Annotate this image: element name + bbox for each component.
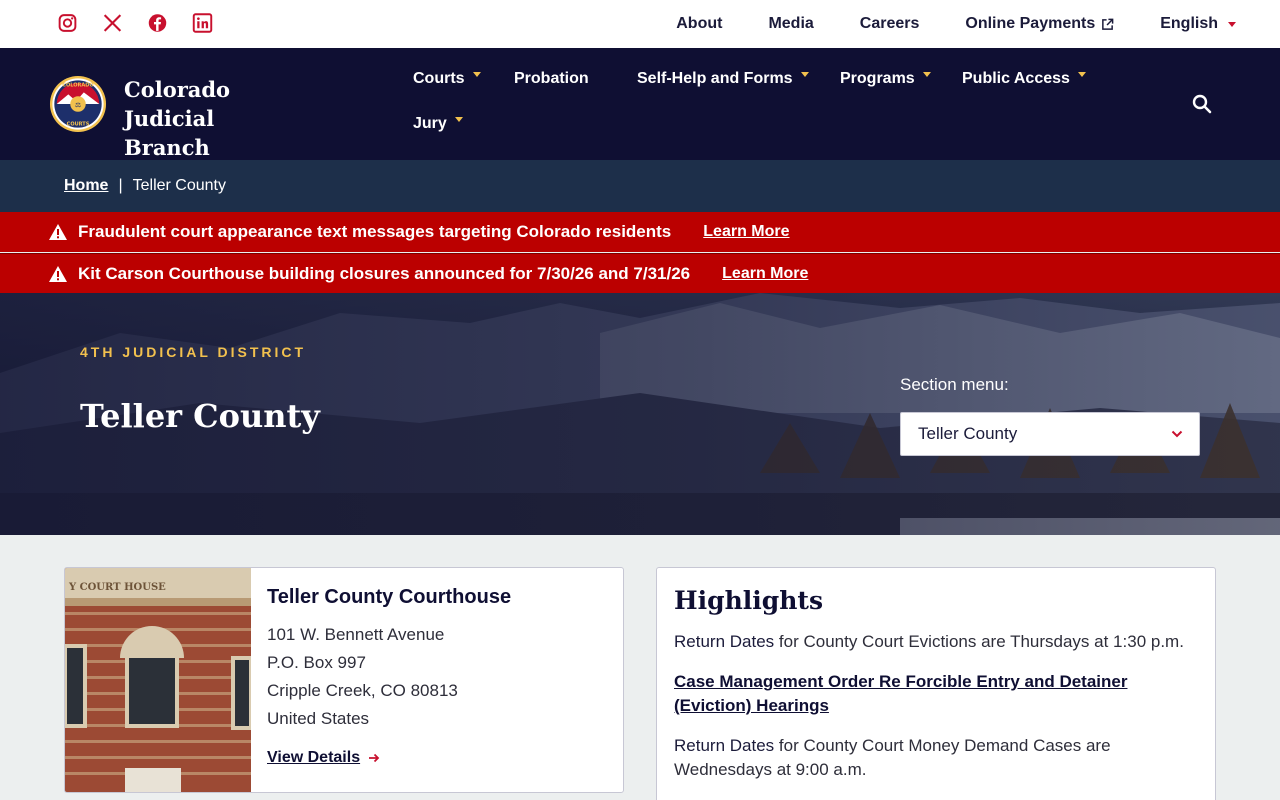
breadcrumb: Home | Teller County (0, 160, 1280, 212)
svg-text:⚖: ⚖ (75, 101, 81, 109)
caret-down-icon (1228, 21, 1236, 27)
address-po-box: P.O. Box 997 (267, 653, 366, 672)
main-header: ⚖ COLORADO COURTS Colorado Judicial Bran… (0, 48, 1280, 160)
linkedin-icon[interactable] (192, 12, 213, 34)
highlights-card: Highlights Return Dates for County Court… (656, 567, 1216, 800)
utility-bar: About Media Careers Online Payments Engl… (0, 0, 1280, 48)
courthouse-card: Y COURT HOUSE Teller County Courthouse 1… (64, 567, 624, 793)
facebook-icon[interactable] (147, 12, 168, 34)
alert-banner-closures: Kit Carson Courthouse building closures … (0, 253, 1280, 293)
view-details-link[interactable]: View Details (267, 749, 511, 767)
breadcrumb-home-link[interactable]: Home (64, 177, 108, 195)
colorado-seal-logo[interactable]: ⚖ COLORADO COURTS (49, 75, 107, 133)
utility-nav: About Media Careers Online Payments Engl… (630, 0, 1236, 48)
svg-text:COURTS: COURTS (67, 121, 90, 127)
courthouse-address: 101 W. Bennett Avenue P.O. Box 997 Cripp… (267, 621, 511, 733)
page-title: Teller County (80, 397, 320, 435)
courthouse-info: Teller County Courthouse 101 W. Bennett … (267, 586, 511, 767)
highlight-evictions-return-dates: Return Dates for County Court Evictions … (674, 632, 1184, 651)
search-icon[interactable] (1191, 93, 1213, 115)
caret-down-icon (472, 71, 481, 77)
section-menu-select[interactable]: Teller County (900, 412, 1200, 456)
chevron-down-icon (1171, 430, 1183, 438)
caret-down-icon (922, 71, 931, 77)
highlights-body: Return Dates for County Court Evictions … (674, 630, 1199, 798)
nav-jury[interactable]: Jury (413, 115, 463, 133)
alert-message: Fraudulent court appearance text message… (78, 222, 672, 241)
x-icon[interactable] (102, 12, 123, 34)
nav-programs[interactable]: Programs (840, 70, 931, 88)
warning-icon (49, 265, 67, 282)
site-title-line1: Colorado Judicial (124, 77, 231, 131)
alert-banner-fraud: Fraudulent court appearance text message… (0, 212, 1280, 252)
utility-media-link[interactable]: Media (768, 15, 813, 33)
nav-public-access[interactable]: Public Access (962, 70, 1086, 88)
utility-about-link[interactable]: About (676, 15, 722, 33)
svg-text:Y COURT HOUSE: Y COURT HOUSE (68, 582, 166, 593)
svg-text:COLORADO: COLORADO (62, 83, 94, 89)
utility-careers-link[interactable]: Careers (860, 15, 920, 33)
breadcrumb-separator: | (118, 177, 123, 194)
courthouse-title: Teller County Courthouse (267, 586, 512, 608)
courthouse-photo: Y COURT HOUSE (65, 568, 251, 792)
breadcrumb-current: Teller County (132, 177, 226, 194)
warning-icon (49, 224, 67, 240)
caret-down-icon (800, 71, 809, 77)
highlight-case-management-order-link[interactable]: Case Management Order Re Forcible Entry … (674, 670, 1199, 718)
instagram-icon[interactable] (57, 12, 78, 34)
section-menu-selected: Teller County (918, 424, 1018, 443)
highlights-title: Highlights (674, 586, 824, 615)
utility-online-payments-link[interactable]: Online Payments (965, 15, 1114, 33)
caret-down-icon (1077, 71, 1086, 77)
hero-banner: 4TH JUDICIAL DISTRICT Teller County Sect… (0, 293, 1280, 535)
site-title-line2: Branch (124, 135, 210, 160)
social-links (57, 12, 213, 34)
highlight-money-demand-return-dates: Return Dates for County Court Money Dema… (674, 736, 1111, 779)
language-selector[interactable]: English (1160, 15, 1236, 33)
external-link-icon (1102, 18, 1114, 30)
alert-learn-more-link[interactable]: Learn More (722, 265, 808, 283)
nav-self-help-forms[interactable]: Self-Help and Forms (637, 70, 809, 88)
caret-down-icon (454, 116, 463, 122)
alert-message: Kit Carson Courthouse building closures … (78, 263, 691, 283)
address-city: Cripple Creek, CO 80813 (267, 681, 458, 700)
site-title[interactable]: Colorado Judicial Branch (124, 75, 324, 162)
address-country: United States (267, 709, 370, 728)
address-street: 101 W. Bennett Avenue (267, 625, 445, 644)
district-label: 4TH JUDICIAL DISTRICT (80, 344, 307, 360)
alert-learn-more-link[interactable]: Learn More (703, 223, 789, 241)
section-menu-label: Section menu: (900, 375, 1009, 394)
arrow-right-icon (369, 753, 380, 763)
nav-courts[interactable]: Courts (413, 70, 481, 88)
nav-probation[interactable]: Probation (514, 70, 589, 88)
